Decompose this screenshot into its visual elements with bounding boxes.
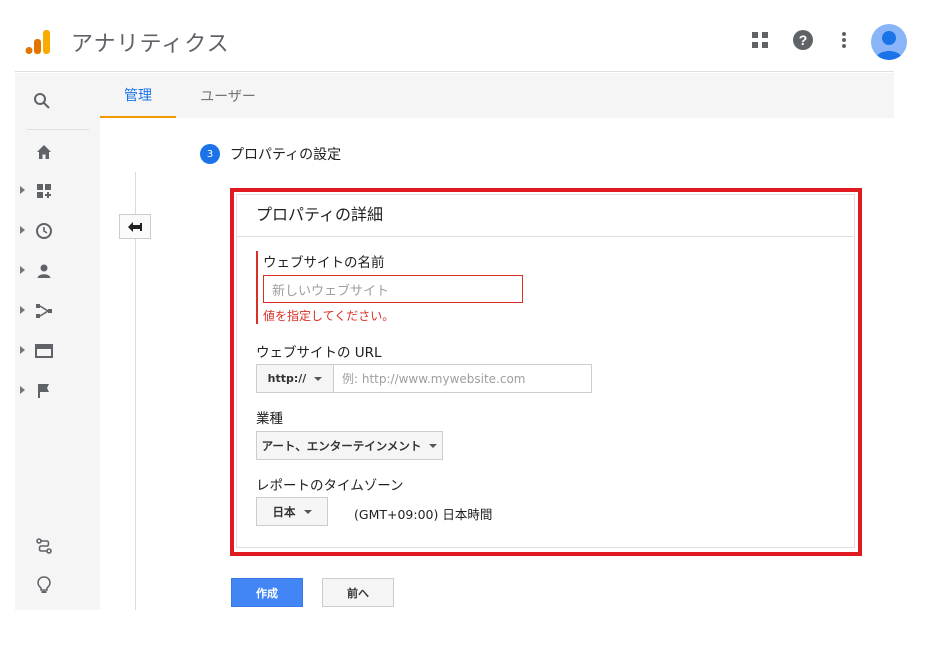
expand-caret-icon <box>20 186 25 194</box>
rail-search[interactable] <box>15 89 100 113</box>
tab-bar: 管理 ユーザー <box>100 73 894 118</box>
rail-home[interactable] <box>15 140 100 164</box>
top-header: アナリティクス ? <box>15 0 907 72</box>
expand-caret-icon <box>20 266 25 274</box>
tab-admin[interactable]: 管理 <box>100 73 176 118</box>
app-title: アナリティクス <box>71 32 230 57</box>
avatar[interactable] <box>871 24 907 60</box>
rail-behavior[interactable] <box>15 339 100 363</box>
route-icon[interactable] <box>34 536 54 556</box>
back-arrow-button[interactable] <box>119 214 151 239</box>
person-icon[interactable] <box>34 261 54 281</box>
analytics-logo-icon[interactable] <box>25 28 53 56</box>
rail-audience[interactable] <box>15 259 100 283</box>
expand-caret-icon <box>20 346 25 354</box>
back-button[interactable]: 前へ <box>322 578 394 607</box>
rail-realtime[interactable] <box>15 219 100 243</box>
acquisition-icon[interactable] <box>34 301 54 321</box>
rail-attribution[interactable] <box>15 534 100 558</box>
rail-customization[interactable] <box>15 179 100 203</box>
behavior-icon[interactable] <box>34 341 54 361</box>
expand-caret-icon <box>20 386 25 394</box>
red-highlight-frame <box>230 188 862 556</box>
rail-acquisition[interactable] <box>15 299 100 323</box>
create-button[interactable]: 作成 <box>231 578 303 607</box>
search-icon[interactable] <box>32 91 52 111</box>
step-title: プロパティの設定 <box>230 147 342 163</box>
dashboard-icon[interactable] <box>34 181 54 201</box>
flag-icon[interactable] <box>34 381 54 401</box>
clock-icon[interactable] <box>34 221 54 241</box>
home-icon[interactable] <box>34 142 54 162</box>
expand-caret-icon <box>20 306 25 314</box>
tab-user[interactable]: ユーザー <box>188 73 268 118</box>
lightbulb-icon[interactable] <box>34 575 54 595</box>
svg-text:?: ? <box>799 32 808 48</box>
expand-caret-icon <box>20 226 25 234</box>
rail-conversions[interactable] <box>15 379 100 403</box>
left-rail <box>15 73 100 610</box>
rail-divider <box>27 129 89 130</box>
help-icon[interactable]: ? <box>791 28 815 52</box>
back-arrow-icon <box>128 221 142 232</box>
more-vert-icon[interactable] <box>832 28 856 52</box>
rail-discover[interactable] <box>15 573 100 597</box>
step-number-badge: 3 <box>200 144 220 164</box>
apps-icon[interactable] <box>748 28 772 52</box>
